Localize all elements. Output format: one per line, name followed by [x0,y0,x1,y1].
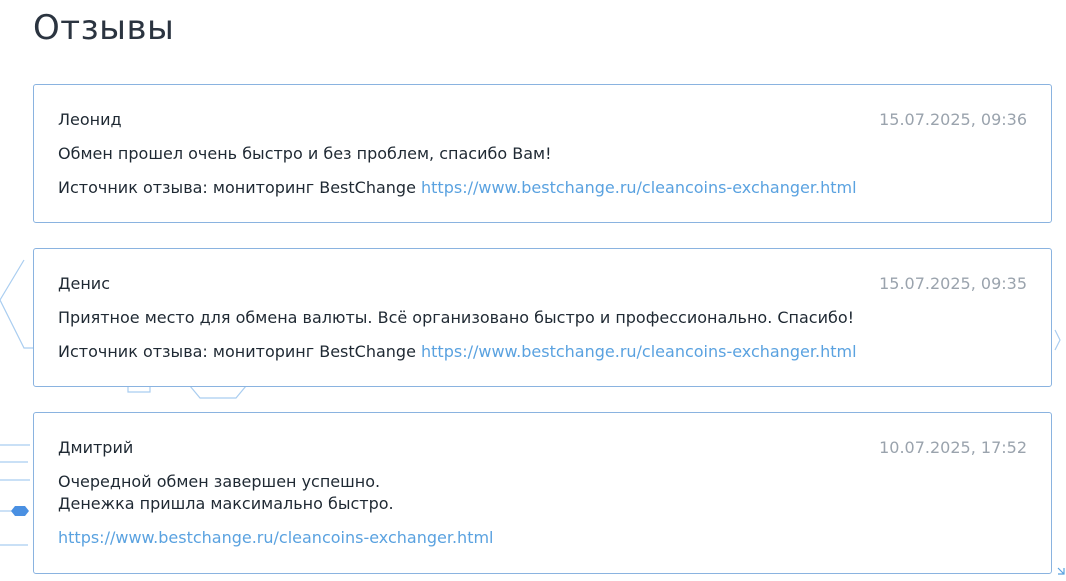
review-author: Денис [58,274,110,293]
review-card: Дмитрий 10.07.2025, 17:52 Очередной обме… [33,412,1052,574]
review-source: https://www.bestchange.ru/cleancoins-exc… [58,527,1027,549]
review-source-link[interactable]: https://www.bestchange.ru/cleancoins-exc… [58,528,494,547]
review-date: 15.07.2025, 09:35 [879,274,1027,293]
review-source: Источник отзыва: мониторинг BestChange h… [58,177,1027,199]
review-source-label: Источник отзыва: мониторинг BestChange [58,342,416,361]
review-card: Леонид 15.07.2025, 09:36 Обмен прошел оч… [33,84,1052,223]
review-author: Дмитрий [58,438,134,457]
review-text: Приятное место для обмена валюты. Всё ор… [58,308,855,327]
review-source: Источник отзыва: мониторинг BestChange h… [58,341,1027,363]
review-text: Очередной обмен завершен успешно. Денежк… [58,472,394,513]
review-date: 15.07.2025, 09:36 [879,110,1027,129]
review-source-link[interactable]: https://www.bestchange.ru/cleancoins-exc… [421,342,857,361]
review-card: Денис 15.07.2025, 09:35 Приятное место д… [33,248,1052,387]
review-author: Леонид [58,110,122,129]
review-source-label: Источник отзыва: мониторинг BestChange [58,178,416,197]
review-source-link[interactable]: https://www.bestchange.ru/cleancoins-exc… [421,178,857,197]
review-text: Обмен прошел очень быстро и без проблем,… [58,144,552,163]
review-date: 10.07.2025, 17:52 [879,438,1027,457]
page-title: Отзывы [33,8,175,48]
